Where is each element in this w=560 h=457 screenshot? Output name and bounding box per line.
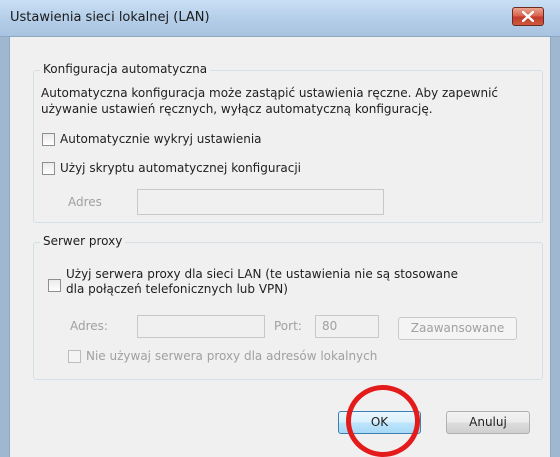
lan-settings-window: Ustawienia sieci lokalnej (LAN) Konfigur…: [0, 0, 560, 457]
close-icon: [522, 11, 534, 22]
auto-detect-label: Automatycznie wykryj ustawienia: [60, 132, 262, 146]
use-script-label: Użyj skryptu automatycznej konfiguracji: [60, 161, 302, 175]
use-proxy-label-line1: Użyj serwera proxy dla sieci LAN (te ust…: [66, 267, 459, 281]
proxy-port-label: Port:: [274, 319, 302, 333]
advanced-button[interactable]: Zaawansowane: [398, 317, 517, 340]
use-script-checkbox[interactable]: [42, 162, 55, 175]
close-button[interactable]: [512, 7, 544, 26]
proxy-address-label: Adres:: [70, 319, 108, 333]
auto-detect-checkbox-row[interactable]: Automatycznie wykryj ustawienia: [42, 132, 262, 147]
use-proxy-checkbox-row[interactable]: Użyj serwera proxy dla sieci LAN (te ust…: [48, 267, 458, 297]
ok-button[interactable]: OK: [338, 411, 421, 434]
proxy-legend: Serwer proxy: [40, 234, 126, 248]
auto-config-description-line1: Automatyczna konfiguracja może zastąpić …: [41, 86, 499, 100]
auto-detect-checkbox[interactable]: [42, 133, 55, 146]
bypass-local-checkbox[interactable]: [68, 350, 81, 363]
script-address-input[interactable]: [137, 189, 384, 215]
proxy-port-input[interactable]: 80: [315, 315, 379, 338]
cancel-button[interactable]: Anuluj: [446, 411, 530, 434]
bypass-local-checkbox-row[interactable]: Nie używaj serwera proxy dla adresów lok…: [68, 349, 377, 364]
proxy-address-input[interactable]: [137, 315, 265, 338]
use-proxy-checkbox[interactable]: [48, 279, 61, 292]
use-script-checkbox-row[interactable]: Użyj skryptu automatycznej konfiguracji: [42, 161, 301, 176]
title-bar[interactable]: Ustawienia sieci lokalnej (LAN): [0, 0, 560, 37]
use-proxy-label: Użyj serwera proxy dla sieci LAN (te ust…: [66, 267, 458, 297]
script-address-label: Adres: [68, 195, 102, 209]
dialog-client-area: Konfiguracja automatyczna Automatyczna k…: [9, 37, 551, 457]
use-proxy-label-line2: dla połączeń telefonicznych lub VPN): [66, 282, 288, 296]
auto-config-description-line2: używanie ustawień ręcznych, wyłącz autom…: [41, 102, 433, 116]
window-title: Ustawienia sieci lokalnej (LAN): [10, 10, 210, 25]
auto-config-legend: Konfiguracja automatyczna: [40, 62, 211, 76]
bypass-local-label: Nie używaj serwera proxy dla adresów lok…: [86, 349, 378, 363]
